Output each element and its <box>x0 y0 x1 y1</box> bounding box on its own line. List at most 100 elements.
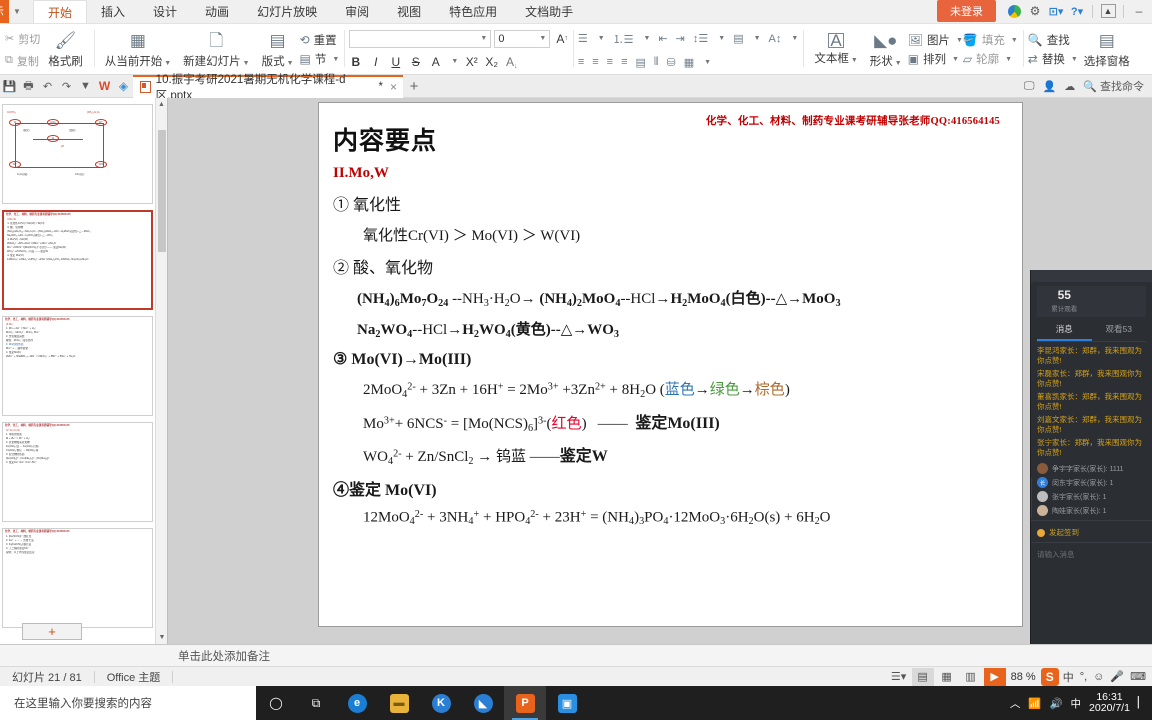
section-button[interactable]: ▤ 节 ▼ <box>300 51 340 67</box>
font-size-input[interactable]: 0 ▼ <box>494 29 551 48</box>
slide-thumbnail[interactable]: Cr CrO₄ Cr³⁺ Cr²⁺ Cr CrO pH (氧化) (还原) Cr… <box>2 104 153 204</box>
slide-thumbnail[interactable]: 化学、化工、材料、制药专业课考研辅导QQ:416564145 III.Mn 1.… <box>2 316 153 416</box>
start-signin-button[interactable]: 发起签到 <box>1031 520 1152 542</box>
chevron-down-icon[interactable]: ▼ <box>332 56 339 63</box>
show-mode-button[interactable]: 示 <box>0 0 9 23</box>
align-left-icon[interactable]: ≡ <box>578 56 584 68</box>
tab-review[interactable]: 审阅 <box>331 0 383 23</box>
chat-message-input[interactable]: 请输入消息 <box>1031 542 1152 566</box>
thumbnail-scrollbar[interactable]: ▲ ▼ <box>155 98 167 644</box>
tray-chevron-up-icon[interactable]: ︿ <box>1010 696 1021 711</box>
doc-sync-icon[interactable]: ⊡▾ <box>1047 2 1065 20</box>
taskbar-search-input[interactable]: 在这里输入你要搜索的内容 <box>0 686 256 720</box>
share-screen-icon[interactable]: 🖵 <box>1024 80 1035 93</box>
tab-messages[interactable]: 消息 <box>1037 323 1092 341</box>
collaborate-icon[interactable]: 👤 <box>1043 80 1057 93</box>
strikethrough-button[interactable]: S <box>409 55 422 69</box>
minimize-icon[interactable]: – <box>1130 2 1148 20</box>
tray-network-icon[interactable]: 📶 <box>1028 697 1041 710</box>
find-button[interactable]: 🔍 查找 <box>1028 32 1078 48</box>
live-chat-panel[interactable]: ‹ 55 累计观看 消息 观看53 李昆鸿家长：郑群，我来围观为你点赞! 宋磊家… <box>1030 270 1152 690</box>
align-center-icon[interactable]: ≡ <box>592 56 598 68</box>
arrange-button[interactable]: ▣ 排列 ▼ <box>908 51 963 67</box>
find-command-box[interactable]: 🔍 查找命令 <box>1083 78 1144 94</box>
add-slide-button[interactable]: + <box>22 623 82 640</box>
tab-doc-assistant[interactable]: 文档助手 <box>511 0 587 23</box>
help-icon[interactable]: ?▾ <box>1068 2 1086 20</box>
chat-message-list[interactable]: 李昆鸿家长：郑群，我来围观为你点赞! 宋磊家长：郑群，我来围观你为你点赞! 董喜… <box>1031 342 1152 458</box>
show-desktop-icon[interactable]: ▏ <box>1138 697 1146 709</box>
taskbar-clock[interactable]: 16:31 2020/7/1 <box>1089 692 1130 714</box>
scroll-up-icon[interactable]: ▲ <box>156 98 167 111</box>
taskbar-app-kingsoft[interactable]: K <box>420 686 462 720</box>
task-view-icon[interactable]: ⧉ <box>296 686 336 720</box>
restore-ribbon-icon[interactable]: ▲ <box>1099 2 1117 20</box>
outline-button[interactable]: ▱ 轮廓 ▼ <box>963 51 1018 67</box>
align-right-icon[interactable]: ≡ <box>607 56 613 68</box>
tab-viewers[interactable]: 观看53 <box>1092 323 1147 341</box>
increase-indent-icon[interactable]: ⇥ <box>676 32 685 45</box>
tab-featured-apps[interactable]: 特色应用 <box>435 0 511 23</box>
bullet-list-icon[interactable]: ☰ <box>578 32 588 45</box>
ime-keyboard-icon[interactable]: ⌨ <box>1128 670 1148 683</box>
copy-button[interactable]: ⧉ 复制 <box>5 50 40 72</box>
tab-view[interactable]: 视图 <box>383 0 435 23</box>
slide-sorter-icon[interactable]: ▦ <box>936 668 958 686</box>
scrollbar-thumb[interactable] <box>158 130 166 252</box>
cortana-circle-icon[interactable]: ◯ <box>256 686 296 720</box>
tab-insert[interactable]: 插入 <box>87 0 139 23</box>
subscript-button[interactable]: X₂ <box>485 55 498 69</box>
ime-language-icon[interactable]: 中 <box>1061 669 1076 685</box>
reading-view-icon[interactable]: ▥ <box>960 668 982 686</box>
columns-icon[interactable]: ⫴ <box>654 56 659 69</box>
chat-viewer-list[interactable]: 争宇字家长(家长): 1111 长 闵东宇家长(家长): 1 张宇家长(家长):… <box>1031 461 1152 516</box>
notes-pane[interactable]: 单击此处添加备注 <box>0 644 1152 666</box>
distribute-icon[interactable]: ▤ <box>636 56 646 69</box>
slide-title[interactable]: 内容要点 <box>333 121 437 157</box>
grow-font-button[interactable]: A↑ <box>556 32 568 46</box>
slide-thumbnail-pane[interactable]: Cr CrO₄ Cr³⁺ Cr²⁺ Cr CrO pH (氧化) (还原) Cr… <box>0 98 168 644</box>
tab-start[interactable]: 开始 <box>33 0 88 23</box>
new-slide-button[interactable]: 🗋 新建幻灯片 ▼ <box>177 26 255 73</box>
text-direction-icon[interactable]: ▤ <box>733 32 743 45</box>
slide-thumbnail[interactable]: 化学、化工、材料、制药专业课考研辅导QQ:416564145 II.Mo,W ①… <box>2 210 153 310</box>
notes-toggle-icon[interactable]: ☰▾ <box>888 668 910 686</box>
taskbar-app-wps-presentation[interactable]: P <box>504 686 546 720</box>
ime-voice-icon[interactable]: 🎤 <box>1108 670 1126 683</box>
taskbar-app-explorer[interactable]: ▬ <box>378 686 420 720</box>
font-name-input[interactable]: ▼ <box>349 29 492 48</box>
chevron-down-icon[interactable]: ▼ <box>164 60 171 67</box>
undo-icon[interactable]: ↶ <box>38 75 57 97</box>
globe-icon[interactable] <box>1005 2 1023 20</box>
cut-button[interactable]: ✂ 剪切 <box>5 28 40 50</box>
tab-animation[interactable]: 动画 <box>191 0 243 23</box>
italic-button[interactable]: I <box>369 55 382 69</box>
chevron-down-icon[interactable]: ▼ <box>451 58 458 65</box>
slide-thumbnail[interactable]: 化学、化工、材料、制药专业课考研辅导QQ:416564145 IV. Fe Co… <box>2 422 153 522</box>
font-color-button[interactable]: A <box>429 55 442 69</box>
chevron-down-icon[interactable]: ▼ <box>9 0 25 23</box>
shrink-font-button[interactable]: A↓ <box>505 55 518 70</box>
ime-emoji-icon[interactable]: ☺ <box>1091 671 1106 683</box>
print-preview-icon[interactable]: 🖶 <box>19 75 38 97</box>
smartart-icon[interactable]: ⛁ <box>667 56 676 69</box>
zoom-level[interactable]: 88 % <box>1008 671 1039 683</box>
wps-logo-icon[interactable]: W <box>95 75 114 97</box>
underline-button[interactable]: U <box>389 55 402 69</box>
chevron-down-icon[interactable]: ▼ <box>243 60 250 67</box>
normal-view-icon[interactable]: ▤ <box>911 667 934 686</box>
document-tab[interactable]: 10.振宇考研2021暑期无机化学课程-d区.pptx * × <box>133 74 403 102</box>
line-spacing-icon[interactable]: ↕☰ <box>693 32 708 45</box>
redo-icon[interactable]: ↷ <box>57 75 76 97</box>
login-button[interactable]: 未登录 <box>937 0 996 22</box>
home-icon[interactable]: ◈ <box>114 75 133 97</box>
paragraph-more-icon[interactable]: ▦ <box>684 56 694 69</box>
scroll-down-icon[interactable]: ▼ <box>156 631 167 644</box>
start-from-current-button[interactable]: ▦ 从当前开始 ▼ <box>99 26 177 73</box>
taskbar-app-edge[interactable]: e <box>336 686 378 720</box>
slide-canvas[interactable]: 化学、化工、材料、制药专业课考研辅导张老师QQ:416564145 内容要点 I… <box>318 102 1023 627</box>
tray-volume-icon[interactable]: 🔊 <box>1049 697 1062 710</box>
reset-button[interactable]: ⟲ 重置 <box>300 32 340 48</box>
selection-pane-button[interactable]: ▤ 选择窗格 <box>1078 26 1136 73</box>
shape-button[interactable]: ◣● 形状 ▼ <box>864 26 908 73</box>
